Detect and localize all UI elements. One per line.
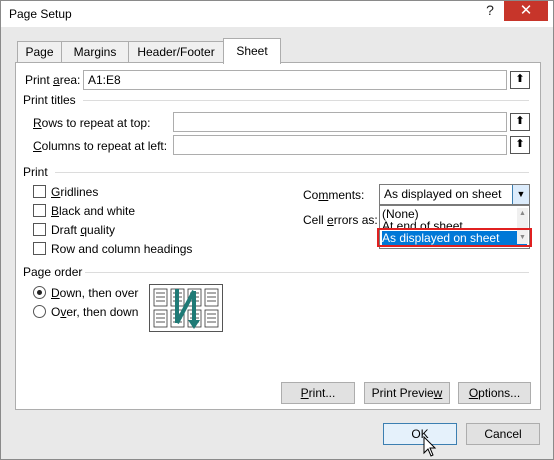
columns-collapse-button[interactable]: ⬆	[510, 136, 530, 154]
comments-select-value: As displayed on sheet	[384, 187, 502, 201]
print-heading: Print	[23, 165, 48, 179]
print-area-input[interactable]: A1:E8	[83, 70, 507, 90]
down-then-over-radio[interactable]	[33, 286, 46, 299]
over-then-down-label: Over, then down	[51, 305, 139, 319]
dialog-title: Page Setup	[9, 7, 72, 21]
print-titles-divider	[83, 100, 529, 101]
over-then-down-radio[interactable]	[33, 305, 46, 318]
page-order-divider	[85, 272, 529, 273]
help-button[interactable]: ?	[477, 1, 503, 21]
rows-to-repeat-input[interactable]	[173, 112, 507, 132]
page-order-preview	[149, 284, 223, 332]
rows-to-repeat-label: Rows to repeat at top:	[33, 116, 151, 130]
options-button[interactable]: Options...	[458, 382, 531, 404]
tab-margins[interactable]: Margins	[61, 41, 129, 63]
close-button[interactable]: ✕	[504, 1, 548, 21]
row-column-headings-label: Row and column headings	[51, 242, 193, 256]
selected-option-highlight	[377, 228, 532, 247]
tab-sheet[interactable]: Sheet	[223, 38, 281, 64]
page-setup-dialog: Page Setup ? ✕ Page Margins Header/Foote…	[0, 0, 554, 460]
chevron-down-icon[interactable]: ▼	[512, 185, 529, 204]
rows-collapse-button[interactable]: ⬆	[510, 113, 530, 131]
cancel-button[interactable]: Cancel	[466, 423, 540, 445]
columns-to-repeat-label: Columns to repeat at left:	[33, 139, 168, 153]
print-titles-heading: Print titles	[23, 93, 76, 107]
ok-button[interactable]: OK	[383, 423, 457, 445]
row-column-headings-checkbox[interactable]	[33, 242, 46, 255]
draft-quality-checkbox[interactable]	[33, 223, 46, 236]
black-and-white-checkbox[interactable]	[33, 204, 46, 217]
comments-select[interactable]: As displayed on sheet ▼	[379, 184, 530, 205]
print-area-collapse-button[interactable]: ⬆	[510, 71, 530, 89]
comments-label: Comments:	[303, 188, 365, 202]
print-button[interactable]: Print...	[281, 382, 355, 404]
tab-header-footer[interactable]: Header/Footer	[128, 41, 224, 63]
tab-page[interactable]: Page	[17, 41, 62, 63]
page-order-heading: Page order	[23, 265, 83, 279]
cell-errors-label: Cell errors as:	[303, 213, 378, 227]
down-then-over-label: Down, then over	[51, 286, 139, 300]
title-bar: Page Setup ? ✕	[1, 1, 553, 27]
print-preview-button[interactable]: Print Preview	[364, 382, 450, 404]
gridlines-checkbox[interactable]	[33, 185, 46, 198]
black-and-white-label: Black and white	[51, 204, 136, 218]
print-area-label: Print area:	[25, 73, 81, 87]
mouse-pointer-icon	[423, 436, 437, 457]
columns-to-repeat-input[interactable]	[173, 135, 507, 155]
page-order-diagram-icon	[153, 288, 219, 329]
gridlines-label: Gridlines	[51, 185, 99, 199]
print-divider	[55, 172, 529, 173]
draft-quality-label: Draft quality	[51, 223, 116, 237]
